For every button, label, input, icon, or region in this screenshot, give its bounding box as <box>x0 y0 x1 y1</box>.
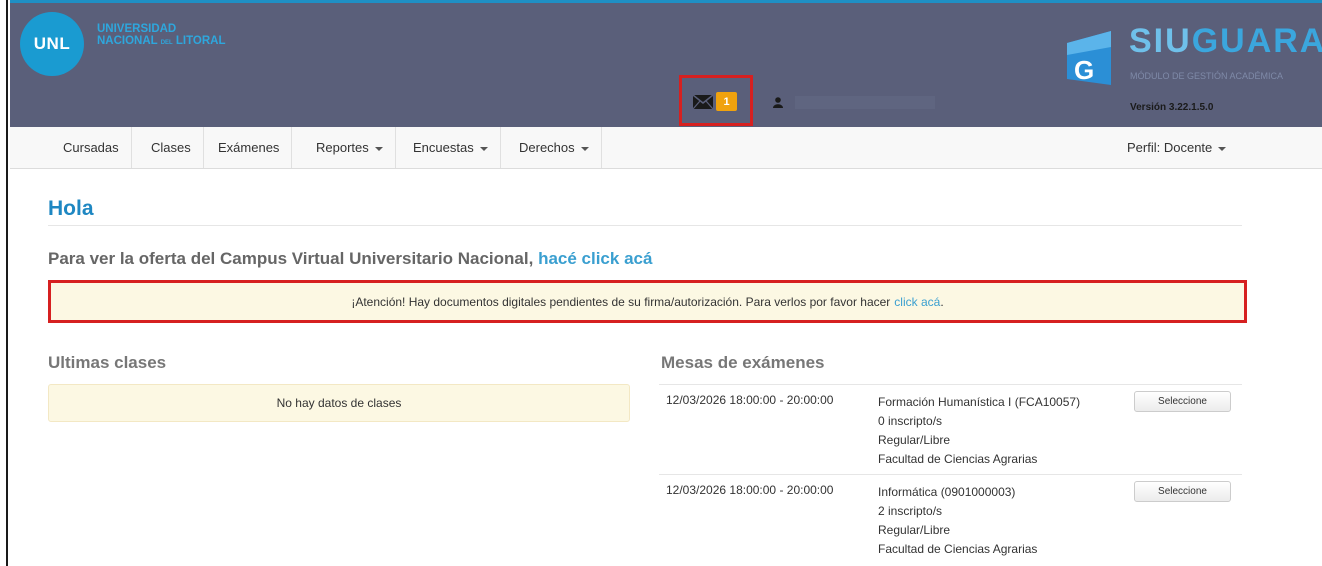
campus-text: Para ver la oferta del Campus Virtual Un… <box>48 249 534 268</box>
exam-date: 12/03/2026 18:00:00 - 20:00:00 <box>666 393 834 407</box>
main-navbar: Cursadas Clases Exámenes Reportes Encues… <box>10 127 1322 169</box>
nav-reportes-label: Reportes <box>316 140 369 155</box>
mesas-examenes-title: Mesas de exámenes <box>661 353 825 372</box>
unl-name-line3: LITORAL <box>175 35 226 47</box>
unl-name-line2: NACIONAL <box>97 35 158 47</box>
exam-info: Informática (0901000003) 2 inscripto/s R… <box>878 483 1037 559</box>
pending-signature-alert: ¡Atención! Hay documentos digitales pend… <box>48 280 1247 323</box>
siu-title-a: SIU <box>1129 22 1192 60</box>
campus-link[interactable]: hacé click acá <box>538 249 652 268</box>
messages-highlight[interactable]: 1 <box>679 75 753 126</box>
alert-link[interactable]: click acá <box>894 295 940 309</box>
envelope-icon[interactable] <box>693 95 713 109</box>
caret-down-icon <box>1218 146 1227 151</box>
caret-down-icon <box>479 146 488 151</box>
page-title: Hola <box>48 197 94 220</box>
nav-encuestas-label: Encuestas <box>413 140 474 155</box>
siu-guarani-logo-icon: G <box>1067 31 1111 85</box>
exam-inscriptos: 2 inscripto/s <box>878 504 943 518</box>
unl-university-name: UNIVERSIDAD NACIONAL DEL LITORAL <box>97 23 226 49</box>
caret-down-icon <box>580 146 589 151</box>
exam-row: 12/03/2026 18:00:00 - 20:00:00 Formación… <box>659 384 1242 474</box>
nav-examenes[interactable]: Exámenes <box>206 127 293 168</box>
unl-logo[interactable]: UNL <box>20 12 84 76</box>
unl-name-line1: UNIVERSIDAD <box>97 23 177 35</box>
user-icon <box>773 97 783 108</box>
unl-name-del: DEL <box>160 40 173 46</box>
version-label: Versión 3.22.1.5.0 <box>1130 102 1214 113</box>
profile-dropdown[interactable]: Perfil: Docente <box>1115 127 1238 168</box>
exam-subject: Informática (0901000003) <box>878 485 1016 499</box>
user-name[interactable] <box>795 96 935 109</box>
svg-text:G: G <box>1074 55 1094 85</box>
unl-logo-text: UNL <box>33 34 71 53</box>
exam-info: Formación Humanística I (FCA10057) 0 ins… <box>878 393 1080 469</box>
caret-down-icon <box>374 146 383 151</box>
ultimas-clases-title: Ultimas clases <box>48 353 167 372</box>
siu-guarani-title: SIUGUARAN <box>1129 23 1322 59</box>
nav-reportes-dropdown[interactable]: Reportes <box>304 127 396 168</box>
siu-subtitle: MÓDULO DE GESTIÓN ACADÉMICA <box>1130 71 1284 81</box>
nav-examenes-label: Exámenes <box>218 140 280 155</box>
nav-encuestas-dropdown[interactable]: Encuestas <box>401 127 501 168</box>
app-header: UNL UNIVERSIDAD NACIONAL DEL LITORAL 1 G… <box>10 0 1322 127</box>
alert-text: ¡Atención! Hay documentos digitales pend… <box>351 294 891 309</box>
exam-row: 12/03/2026 18:00:00 - 20:00:00 Informáti… <box>659 474 1242 566</box>
nav-derechos-dropdown[interactable]: Derechos <box>507 127 602 168</box>
select-exam-button[interactable]: Seleccione <box>1134 481 1231 502</box>
profile-label: Perfil: Docente <box>1127 140 1213 155</box>
exam-condicion: Regular/Libre <box>878 433 951 447</box>
nav-cursadas-label: Cursadas <box>63 140 119 155</box>
exam-facultad: Facultad de Ciencias Agrarias <box>878 452 1038 466</box>
exam-subject: Formación Humanística I (FCA10057) <box>878 395 1081 409</box>
window-frame-left <box>0 0 8 566</box>
message-count-badge[interactable]: 1 <box>716 92 737 111</box>
select-exam-button[interactable]: Seleccione <box>1134 391 1231 412</box>
exam-facultad: Facultad de Ciencias Agrarias <box>878 542 1038 556</box>
title-divider <box>48 225 1242 226</box>
exam-date: 12/03/2026 18:00:00 - 20:00:00 <box>666 483 834 497</box>
exam-inscriptos: 0 inscripto/s <box>878 414 943 428</box>
nav-cursadas[interactable]: Cursadas <box>51 127 132 168</box>
nav-derechos-label: Derechos <box>519 140 575 155</box>
campus-notice: Para ver la oferta del Campus Virtual Un… <box>48 249 652 269</box>
nav-clases-label: Clases <box>151 140 191 155</box>
siu-title-b: GUARAN <box>1191 22 1322 60</box>
nav-clases[interactable]: Clases <box>139 127 204 168</box>
no-classes-message: No hay datos de clases <box>48 384 630 422</box>
alert-end: . <box>940 294 944 309</box>
exam-condicion: Regular/Libre <box>878 523 951 537</box>
